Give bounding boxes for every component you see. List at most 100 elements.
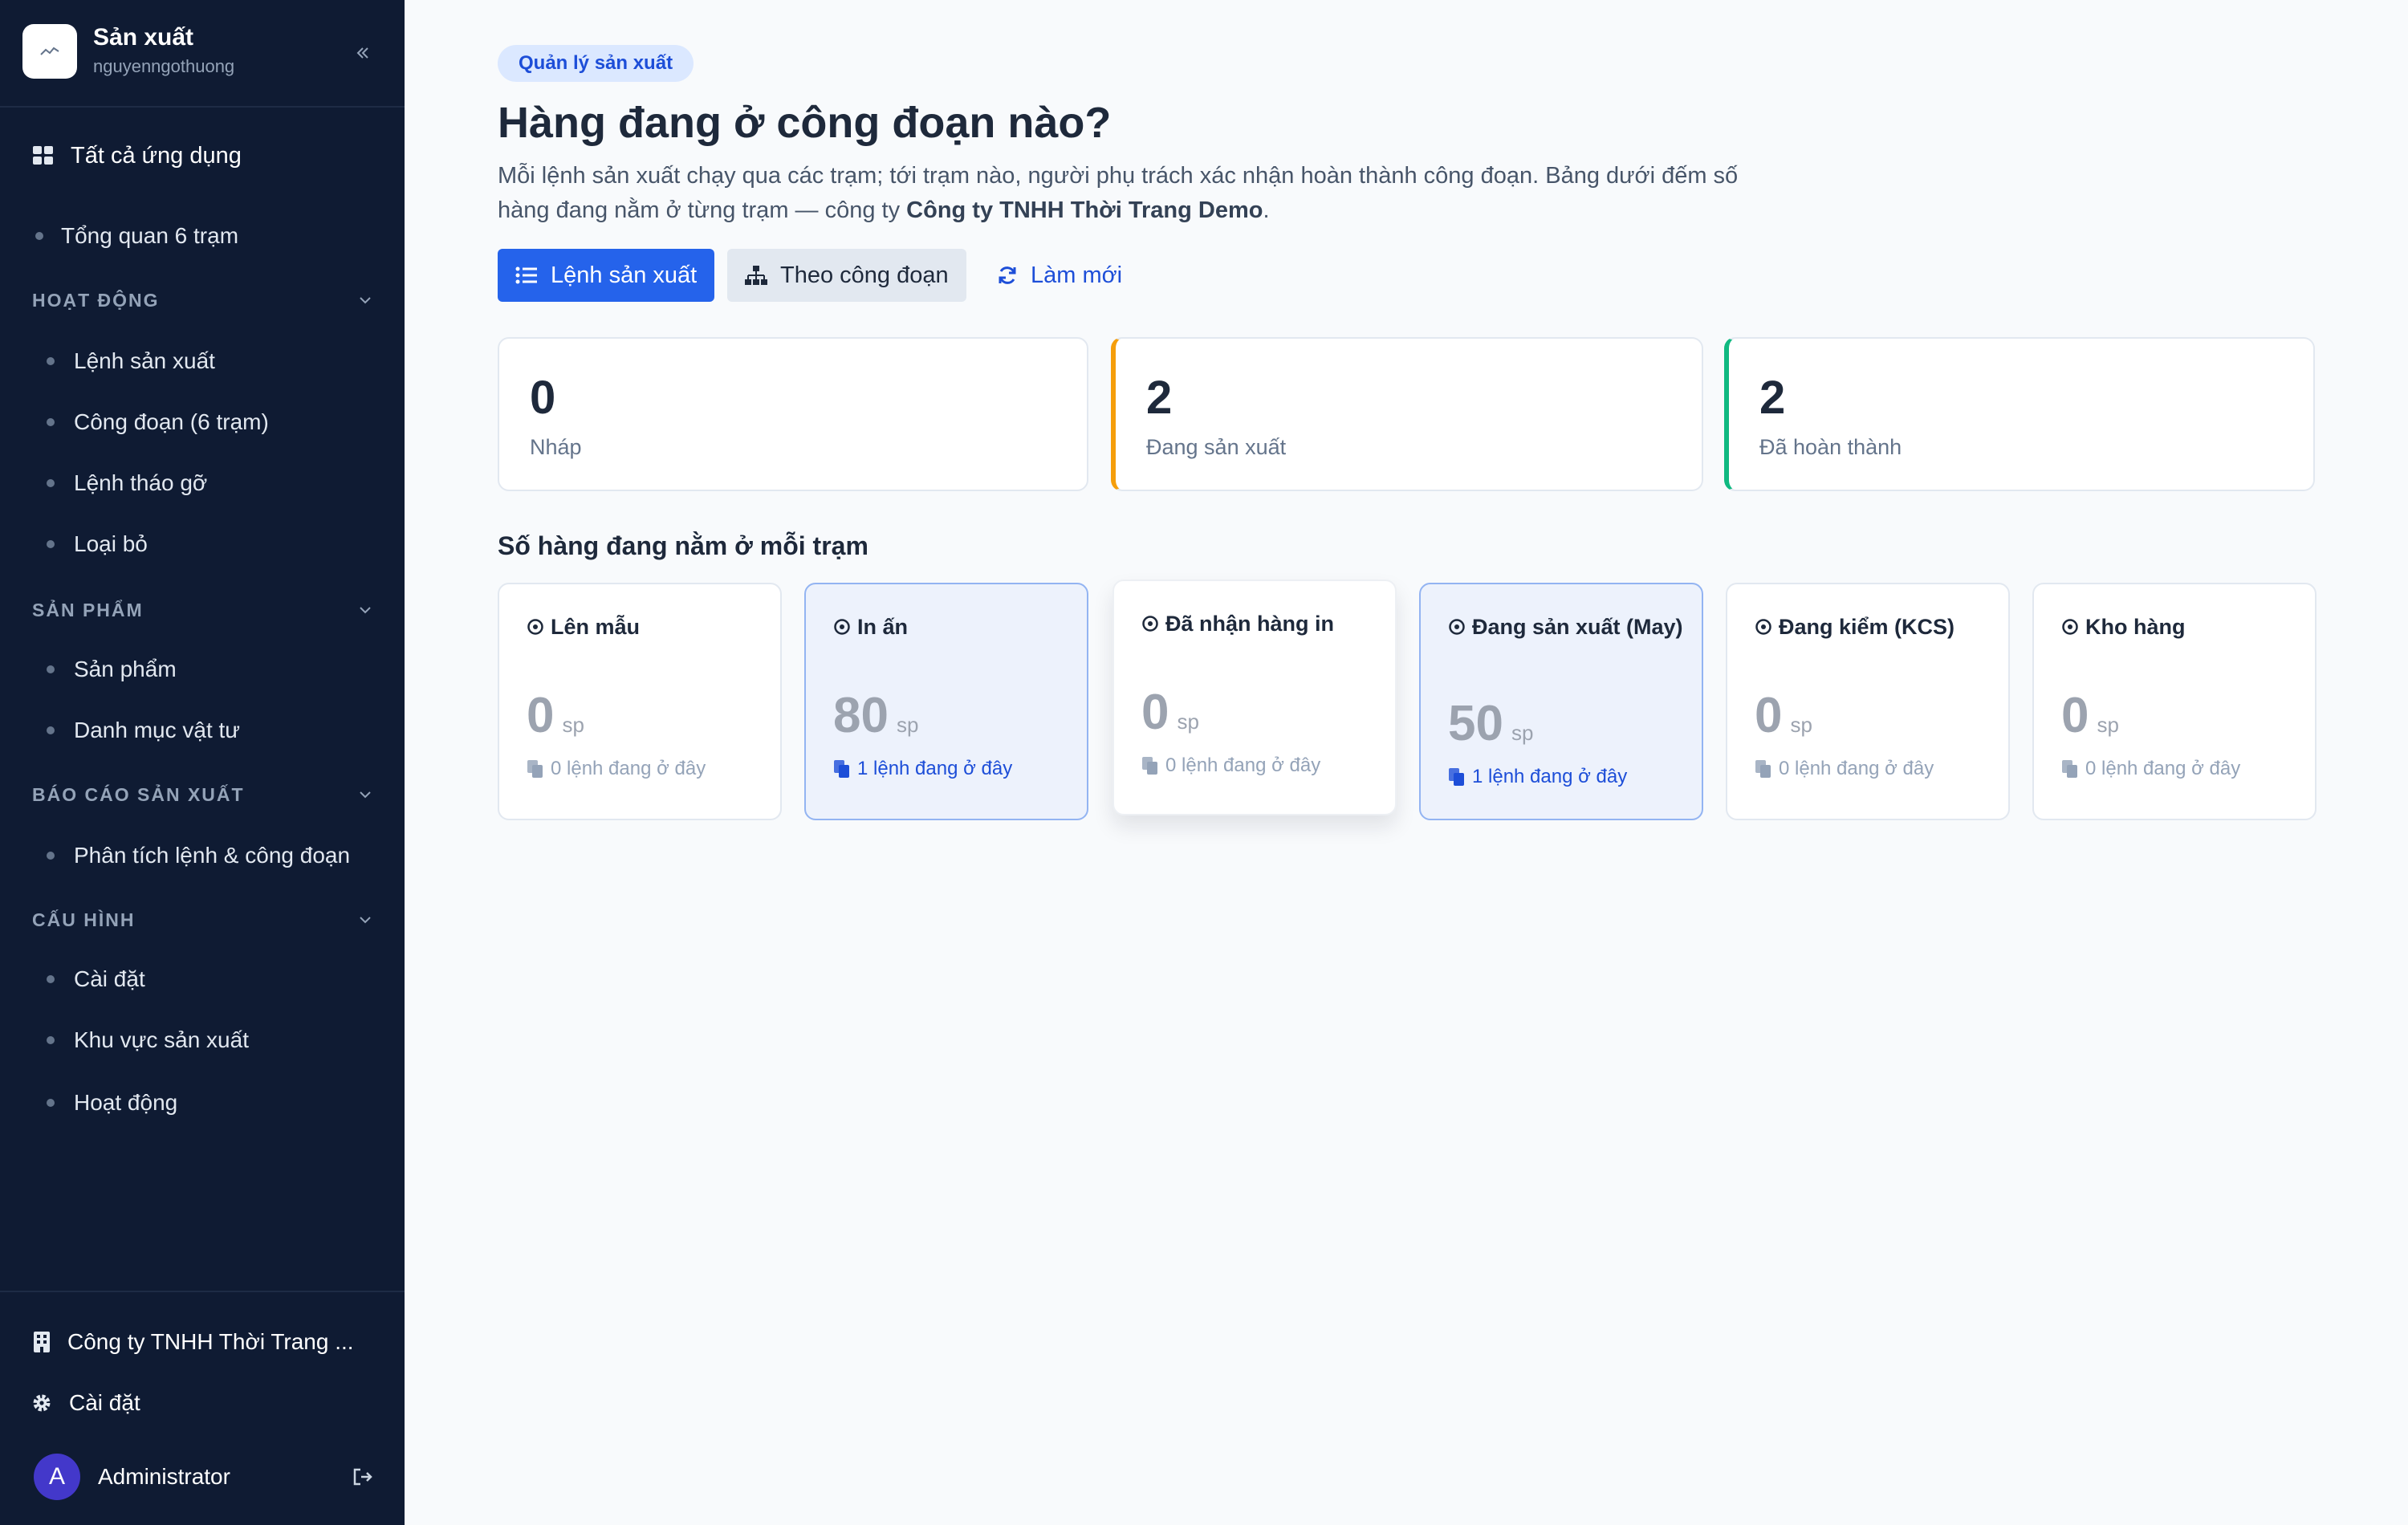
sidebar-item-analysis[interactable]: Phân tích lệnh & công đoạn xyxy=(47,840,350,872)
station-orders-label: 1 lệnh đang ở đây xyxy=(857,758,1013,779)
station-qty-unit: sp xyxy=(1790,713,1812,737)
station-name: Lên mẫu xyxy=(527,612,767,642)
user-profile[interactable]: A Administrator xyxy=(34,1451,374,1503)
sidebar-item-label: Hoạt động xyxy=(74,1090,178,1115)
all-apps-label: Tất cả ứng dụng xyxy=(71,142,242,169)
sidebar-item-bom[interactable]: Danh mục vật tư xyxy=(47,714,240,746)
sidebar-item-label: Loại bỏ xyxy=(74,531,148,556)
station-quantity: 0 sp xyxy=(2061,687,2119,744)
station-card[interactable]: Đang kiểm (KCS) 0 sp 0 lệnh đang ở đây xyxy=(1726,583,2010,820)
sidebar-item-stages[interactable]: Công đoạn (6 trạm) xyxy=(47,406,269,438)
bullet-icon xyxy=(47,1036,55,1044)
orders-button[interactable]: Lệnh sản xuất xyxy=(498,249,715,302)
station-card[interactable]: Đang sản xuất (May) 50 sp 1 lệnh đang ở … xyxy=(1419,583,1703,820)
station-card[interactable]: In ấn 80 sp 1 lệnh đang ở đây xyxy=(804,583,1088,820)
stat-label: Đã hoàn thành xyxy=(1759,435,1902,459)
section-label: HOẠT ĐỘNG xyxy=(32,289,160,311)
collapse-sidebar-button[interactable] xyxy=(350,40,376,66)
grid-icon xyxy=(33,146,53,165)
station-qty-unit: sp xyxy=(1511,721,1534,745)
stat-card-draft[interactable]: 0 Nháp xyxy=(498,337,1088,491)
station-orders[interactable]: 1 lệnh đang ở đây xyxy=(1448,766,1627,788)
bullet-icon xyxy=(47,726,55,734)
copy-icon xyxy=(527,760,543,778)
station-qty-unit: sp xyxy=(1177,710,1199,734)
chevron-down-icon xyxy=(360,791,371,799)
station-orders-label: 0 lệnh đang ở đây xyxy=(551,758,706,779)
sidebar-item-label: Khu vực sản xuất xyxy=(74,1027,249,1052)
circle-dot-icon xyxy=(1449,619,1465,635)
stat-card-done[interactable]: 2 Đã hoàn thành xyxy=(1724,337,2315,491)
bullet-icon xyxy=(47,665,55,673)
station-name: Đang kiểm (KCS) xyxy=(1755,612,1995,642)
app-logo[interactable] xyxy=(22,24,77,79)
settings-link[interactable]: Cài đặt xyxy=(32,1385,140,1421)
section-label: CẤU HÌNH xyxy=(32,909,136,930)
logout-icon[interactable] xyxy=(352,1467,374,1486)
copy-icon xyxy=(834,760,849,778)
station-name: In ấn xyxy=(833,612,1074,642)
bullet-icon xyxy=(47,852,55,860)
station-orders: 0 lệnh đang ở đây xyxy=(527,758,706,780)
sidebar-item-products[interactable]: Sản phẩm xyxy=(47,653,177,685)
sidebar-item-overview[interactable]: Tổng quan 6 trạm xyxy=(35,220,238,252)
section-label: BÁO CÁO SẢN XUẤT xyxy=(32,783,245,805)
user-name: Administrator xyxy=(98,1464,230,1489)
page-description: Mỗi lệnh sản xuất chạy qua các trạm; tới… xyxy=(498,159,1750,228)
circle-dot-icon xyxy=(1755,619,1771,635)
section-cau-hinh[interactable]: CẤU HÌNH xyxy=(32,905,372,934)
building-icon xyxy=(34,1332,50,1352)
station-orders-label: 0 lệnh đang ở đây xyxy=(2085,758,2241,779)
sidebar-header: Sản xuất nguyenngothuong xyxy=(0,0,405,108)
copy-icon xyxy=(1142,757,1157,775)
section-hoat-dong[interactable]: HOẠT ĐỘNG xyxy=(32,286,372,315)
bullet-icon xyxy=(47,975,55,983)
app-title: Sản xuất xyxy=(93,24,194,51)
avatar: A xyxy=(34,1454,80,1500)
app-username: nguyenngothuong xyxy=(93,56,235,76)
station-name-label: Kho hàng xyxy=(2085,615,2186,639)
stat-card-in-progress[interactable]: 2 Đang sản xuất xyxy=(1111,337,1703,491)
sidebar-item-unbuild[interactable]: Lệnh tháo gỡ xyxy=(47,467,207,499)
refresh-button-label: Làm mới xyxy=(1031,262,1123,288)
station-qty-value: 0 xyxy=(1755,688,1783,743)
station-card[interactable]: Lên mẫu 0 sp 0 lệnh đang ở đây xyxy=(498,583,782,820)
company-name: Công ty TNHH Thời Trang ... xyxy=(67,1329,354,1354)
sidebar-item-activity[interactable]: Hoạt động xyxy=(47,1087,177,1119)
by-stage-button[interactable]: Theo công đoạn xyxy=(727,249,966,302)
circle-dot-icon xyxy=(1142,616,1158,632)
station-card[interactable]: Kho hàng 0 sp 0 lệnh đang ở đây xyxy=(2032,583,2316,820)
main-content: Quản lý sản xuất Hàng đang ở công đoạn n… xyxy=(405,0,2408,1525)
refresh-button[interactable]: Làm mới xyxy=(989,249,1130,302)
sidebar-item-label: Công đoạn (6 trạm) xyxy=(74,409,269,434)
sidebar-item-label: Danh mục vật tư xyxy=(74,718,241,742)
all-apps-link[interactable]: Tất cả ứng dụng xyxy=(32,138,242,173)
section-san-pham[interactable]: SẢN PHẨM xyxy=(32,596,372,624)
station-orders[interactable]: 1 lệnh đang ở đây xyxy=(833,758,1012,780)
circle-dot-icon xyxy=(834,619,850,635)
station-orders: 0 lệnh đang ở đây xyxy=(2061,758,2240,780)
sidebar-item-label: Cài đặt xyxy=(74,966,145,991)
station-quantity: 50 sp xyxy=(1448,695,1533,752)
chevron-down-icon xyxy=(360,297,371,304)
sidebar-item-settings[interactable]: Cài đặt xyxy=(47,963,145,995)
station-orders: 0 lệnh đang ở đây xyxy=(1141,754,1320,777)
station-name: Đã nhận hàng in xyxy=(1141,608,1382,639)
sidebar-item-scrap[interactable]: Loại bỏ xyxy=(47,528,148,560)
bullet-icon xyxy=(47,1099,55,1107)
module-badge: Quản lý sản xuất xyxy=(498,45,694,82)
sidebar-item-orders[interactable]: Lệnh sản xuất xyxy=(47,345,215,377)
station-quantity: 0 sp xyxy=(527,687,584,744)
station-name-label: Đang kiểm (KCS) xyxy=(1779,615,1955,639)
station-card[interactable]: Đã nhận hàng in 0 sp 0 lệnh đang ở đây xyxy=(1112,580,1397,815)
sidebar-item-label: Tổng quan 6 trạm xyxy=(61,223,239,248)
company-switcher[interactable]: Công ty TNHH Thời Trang ... xyxy=(32,1324,354,1360)
sidebar: Sản xuất nguyenngothuong Tất cả ứng dụng… xyxy=(0,0,405,1525)
section-bao-cao[interactable]: BÁO CÁO SẢN XUẤT xyxy=(32,780,372,809)
sidebar-item-work-centers[interactable]: Khu vực sản xuất xyxy=(47,1024,249,1056)
station-name-label: Lên mẫu xyxy=(551,615,641,639)
page-title: Hàng đang ở công đoạn nào? xyxy=(498,99,1112,147)
station-orders-label: 0 lệnh đang ở đây xyxy=(1779,758,1934,779)
station-name: Đang sản xuất (May) xyxy=(1448,612,1689,642)
chart-line-icon xyxy=(40,47,59,55)
